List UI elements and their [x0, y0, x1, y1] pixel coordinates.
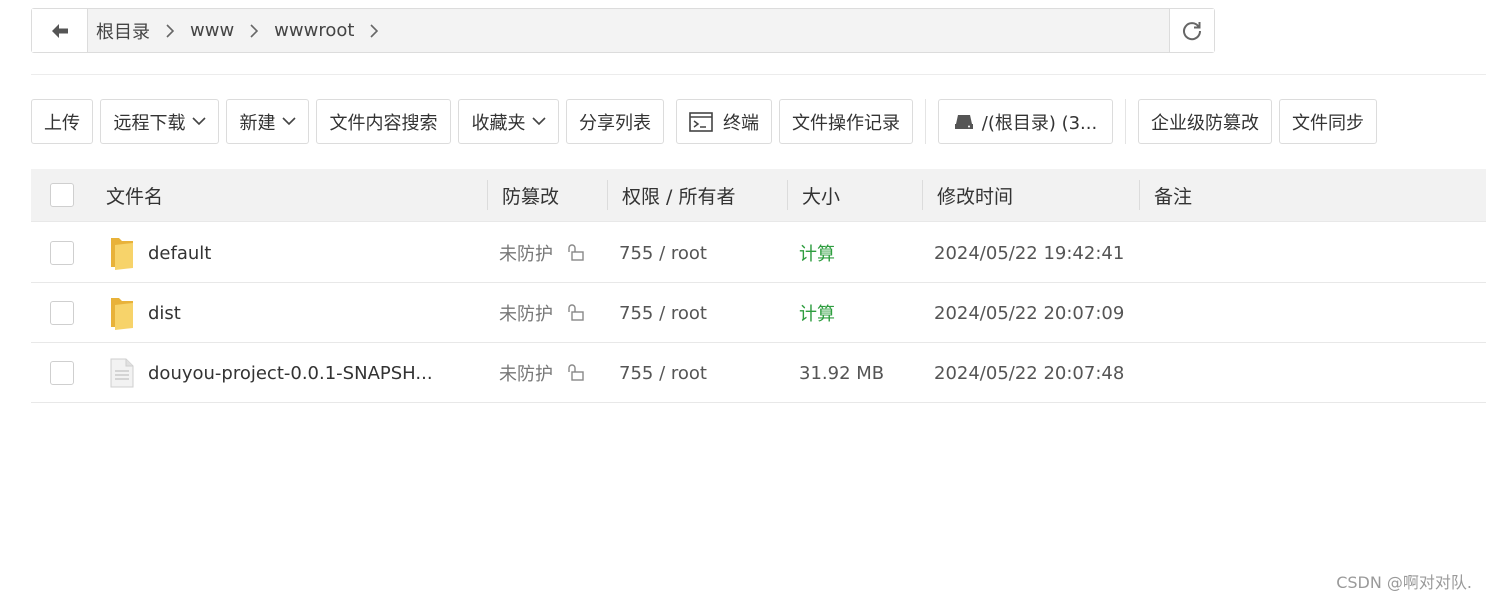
row-checkbox[interactable]: [50, 241, 74, 265]
row-checkbox[interactable]: [50, 301, 74, 325]
table-row[interactable]: douyou-project-0.0.1-SNAPSH... 未防护 755 /…: [31, 343, 1486, 403]
column-separator[interactable]: [607, 180, 608, 210]
unlock-icon[interactable]: [567, 304, 585, 322]
operation-log-button[interactable]: 文件操作记录: [779, 99, 913, 144]
content-search-button[interactable]: 文件内容搜索: [316, 99, 451, 144]
toolbar-separator: [1125, 99, 1126, 144]
toolbar: 上传 远程下载 新建 文件内容搜索 收藏夹 分享列表 终端 文件操作记录 /(根…: [31, 99, 1384, 144]
folder-icon: [109, 223, 135, 283]
column-separator[interactable]: [787, 180, 788, 210]
tamper-status: 未防护: [499, 283, 585, 343]
remote-download-button[interactable]: 远程下载: [100, 99, 219, 144]
size-calc-link[interactable]: 计算: [799, 283, 835, 343]
share-list-button[interactable]: 分享列表: [566, 99, 664, 144]
header-permission[interactable]: 权限 / 所有者: [622, 169, 735, 222]
divider: [31, 74, 1486, 75]
modified-time: 2024/05/22 19:42:41: [934, 242, 1125, 264]
column-separator[interactable]: [922, 180, 923, 210]
modified-time: 2024/05/22 20:07:48: [934, 362, 1125, 384]
breadcrumb-www[interactable]: www: [190, 20, 234, 41]
arrow-left-icon: [51, 23, 68, 38]
header-tamper[interactable]: 防篡改: [502, 169, 559, 222]
disk-icon: [954, 114, 973, 129]
terminal-button[interactable]: 终端: [676, 99, 772, 144]
watermark: CSDN @啊对对队.: [1336, 573, 1472, 592]
enterprise-tamper-button[interactable]: 企业级防篡改: [1138, 99, 1272, 144]
chevron-down-icon: [531, 117, 546, 126]
path-bar: 根目录 www wwwroot: [31, 8, 1215, 53]
upload-button[interactable]: 上传: [31, 99, 93, 144]
back-button[interactable]: [32, 9, 88, 52]
chevron-right-icon[interactable]: [354, 23, 394, 38]
toolbar-separator: [925, 99, 926, 144]
chevron-down-icon: [281, 117, 296, 126]
file-name[interactable]: dist: [148, 283, 181, 343]
size-calc-link[interactable]: 计算: [799, 223, 835, 283]
row-checkbox[interactable]: [50, 361, 74, 385]
header-note[interactable]: 备注: [1154, 169, 1192, 222]
chevron-down-icon: [191, 117, 206, 126]
header-mtime[interactable]: 修改时间: [937, 169, 1013, 222]
tamper-status: 未防护: [499, 343, 585, 403]
file-sync-button[interactable]: 文件同步: [1279, 99, 1377, 144]
table-header: 文件名 防篡改 权限 / 所有者 大小 修改时间 备注: [31, 169, 1486, 222]
file-name[interactable]: douyou-project-0.0.1-SNAPSH...: [148, 343, 433, 403]
breadcrumb: 根目录 www wwwroot: [88, 9, 1169, 52]
header-size[interactable]: 大小: [802, 169, 840, 222]
unlock-icon[interactable]: [567, 364, 585, 382]
refresh-icon: [1183, 21, 1202, 40]
column-separator[interactable]: [487, 180, 488, 210]
chevron-right-icon: [150, 23, 190, 38]
breadcrumb-root[interactable]: 根目录: [96, 18, 150, 44]
column-separator[interactable]: [1139, 180, 1140, 210]
file-name[interactable]: default: [148, 223, 211, 283]
modified-time: 2024/05/22 20:07:09: [934, 302, 1125, 324]
select-all-checkbox[interactable]: [50, 183, 74, 207]
table-row[interactable]: dist 未防护 755 / root 计算 2024/05/22 20:07:…: [31, 283, 1486, 343]
permission-owner[interactable]: 755 / root: [619, 223, 707, 283]
tamper-status: 未防护: [499, 223, 585, 283]
folder-icon: [109, 283, 135, 343]
permission-owner[interactable]: 755 / root: [619, 283, 707, 343]
file-size: 31.92 MB: [799, 362, 885, 384]
file-icon: [110, 343, 134, 403]
header-name[interactable]: 文件名: [106, 169, 163, 222]
new-button[interactable]: 新建: [226, 99, 309, 144]
refresh-button[interactable]: [1169, 9, 1214, 52]
table-row[interactable]: default 未防护 755 / root 计算 2024/05/22 19:…: [31, 223, 1486, 283]
terminal-icon: [689, 111, 713, 132]
favorites-button[interactable]: 收藏夹: [458, 99, 559, 144]
unlock-icon[interactable]: [567, 244, 585, 262]
chevron-right-icon: [234, 23, 274, 38]
disk-button[interactable]: /(根目录) (3...: [938, 99, 1113, 144]
permission-owner[interactable]: 755 / root: [619, 343, 707, 403]
breadcrumb-wwwroot[interactable]: wwwroot: [274, 20, 354, 41]
